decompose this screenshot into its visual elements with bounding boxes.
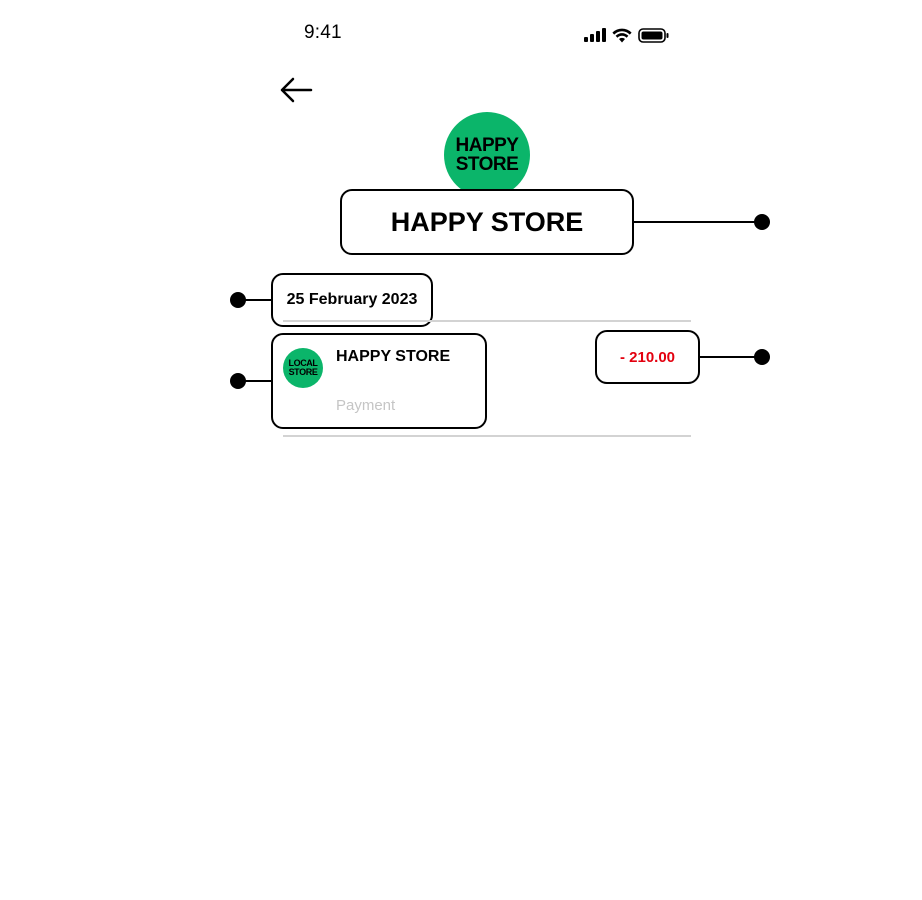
status-icons [584, 24, 676, 46]
store-logo-line1: HAPPY [455, 135, 519, 156]
divider [283, 320, 691, 322]
merchant-logo: LOCAL STORE [283, 348, 323, 388]
divider [283, 435, 691, 437]
transaction-amount: - 210.00 [595, 330, 700, 384]
transaction-type: Payment [336, 397, 396, 414]
callout-connector [238, 298, 272, 301]
store-title: HAPPY STORE [340, 189, 634, 255]
callout-connector [634, 220, 762, 223]
merchant-logo-line2: STORE [288, 367, 318, 377]
callout-dot [754, 214, 770, 230]
callout-connector [238, 379, 272, 382]
store-logo-line2: STORE [455, 154, 519, 175]
arrow-left-icon [280, 77, 313, 103]
back-button[interactable] [276, 74, 316, 106]
wifi-icon [612, 28, 632, 42]
cellular-signal-icon [584, 28, 606, 42]
callout-connector [700, 355, 762, 358]
callout-dot [754, 349, 770, 365]
store-logo: HAPPY STORE [444, 112, 530, 198]
transaction-date: 25 February 2023 [271, 273, 433, 327]
battery-icon [638, 27, 669, 43]
transaction-row[interactable]: LOCAL STORE HAPPY STORE Payment [271, 333, 487, 429]
merchant-name: HAPPY STORE [336, 348, 451, 365]
status-time: 9:41 [304, 22, 342, 43]
